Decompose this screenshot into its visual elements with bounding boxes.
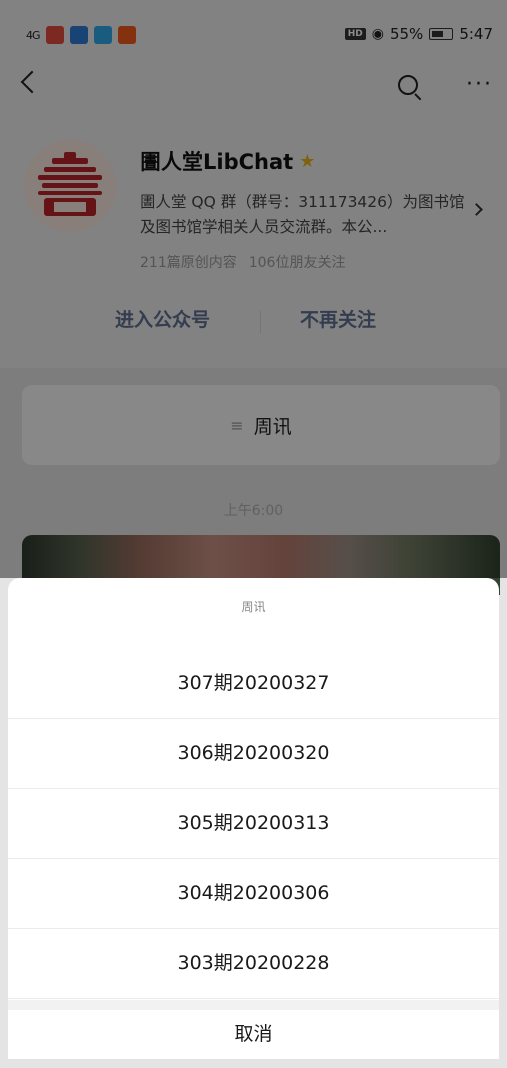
cancel-button[interactable]: 取消 <box>8 1010 499 1059</box>
sheet-title: 周讯 <box>241 600 266 614</box>
sheet-separator <box>8 1000 499 1010</box>
action-sheet: 周讯 307期20200327 306期20200320 305期2020031… <box>8 578 499 1059</box>
sheet-item[interactable]: 306期20200320 <box>8 718 499 789</box>
sheet-item[interactable]: 305期20200313 <box>8 788 499 859</box>
modal-overlay[interactable] <box>0 0 507 578</box>
sheet-item[interactable]: 307期20200327 <box>8 648 499 719</box>
page: 4G HD ◉ 55% 5:47 ··· 圕人堂LibChat ★ 圕人堂 QQ… <box>0 0 507 1068</box>
sheet-item[interactable]: 303期20200228 <box>8 928 499 999</box>
sheet-item[interactable]: 304期20200306 <box>8 858 499 929</box>
